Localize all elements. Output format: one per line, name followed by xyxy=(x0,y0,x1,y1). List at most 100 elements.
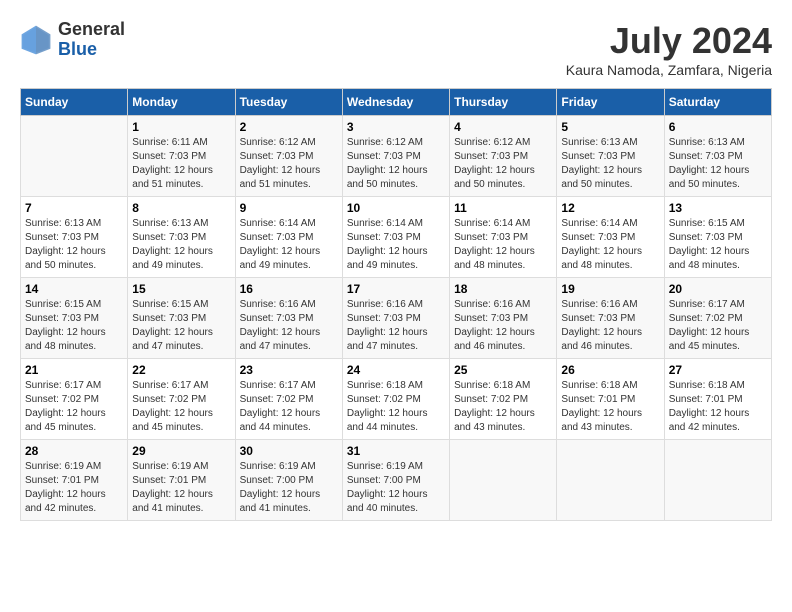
day-info: Sunrise: 6:16 AMSunset: 7:03 PMDaylight:… xyxy=(561,298,659,354)
calendar-row-2: 14 Sunrise: 6:15 AMSunset: 7:03 PMDayligh… xyxy=(21,278,772,359)
day-info: Sunrise: 6:13 AMSunset: 7:03 PMDaylight:… xyxy=(25,217,123,273)
day-number: 24 xyxy=(347,363,445,377)
calendar-cell-1-4: 11 Sunrise: 6:14 AMSunset: 7:03 PMDayligh… xyxy=(450,197,557,278)
logo-general: General xyxy=(58,19,125,39)
day-info: Sunrise: 6:13 AMSunset: 7:03 PMDaylight:… xyxy=(132,217,230,273)
calendar-cell-4-4 xyxy=(450,440,557,521)
day-info: Sunrise: 6:16 AMSunset: 7:03 PMDaylight:… xyxy=(454,298,552,354)
day-number: 4 xyxy=(454,120,552,134)
title-block: July 2024 Kaura Namoda, Zamfara, Nigeria xyxy=(566,20,772,78)
day-number: 8 xyxy=(132,201,230,215)
day-number: 3 xyxy=(347,120,445,134)
calendar-cell-0-4: 4Sunrise: 6:12 AMSunset: 7:03 PMDaylight… xyxy=(450,116,557,197)
calendar-cell-0-3: 3 Sunrise: 6:12 AMSunset: 7:03 PMDaylight… xyxy=(342,116,449,197)
day-number: 28 xyxy=(25,444,123,458)
calendar-cell-2-3: 17Sunrise: 6:16 AMSunset: 7:03 PMDayligh… xyxy=(342,278,449,359)
logo-icon xyxy=(20,24,52,56)
day-info: Sunrise: 6:14 AMSunset: 7:03 PMDaylight:… xyxy=(454,217,552,273)
day-info: Sunrise: 6:13 AMSunset: 7:03 PMDaylight:… xyxy=(669,136,767,192)
day-number: 19 xyxy=(561,282,659,296)
day-number: 10 xyxy=(347,201,445,215)
day-info: Sunrise: 6:15 AMSunset: 7:03 PMDaylight:… xyxy=(669,217,767,273)
day-number: 21 xyxy=(25,363,123,377)
calendar-cell-4-3: 31 Sunrise: 6:19 AMSunset: 7:00 PMDayligh… xyxy=(342,440,449,521)
calendar-body: 1 Sunrise: 6:11 AMSunset: 7:03 PMDaylight… xyxy=(21,116,772,521)
day-number: 25 xyxy=(454,363,552,377)
day-info: Sunrise: 6:14 AMSunset: 7:03 PMDaylight:… xyxy=(347,217,445,273)
day-info: Sunrise: 6:18 AMSunset: 7:01 PMDaylight:… xyxy=(669,379,767,435)
day-number: 7 xyxy=(25,201,123,215)
calendar-cell-3-0: 21 Sunrise: 6:17 AMSunset: 7:02 PMDayligh… xyxy=(21,359,128,440)
day-number: 5 xyxy=(561,120,659,134)
day-number: 26 xyxy=(561,363,659,377)
calendar-cell-3-4: 25 Sunrise: 6:18 AMSunset: 7:02 PMDayligh… xyxy=(450,359,557,440)
day-number: 12 xyxy=(561,201,659,215)
day-info: Sunrise: 6:15 AMSunset: 7:03 PMDaylight:… xyxy=(132,298,230,354)
logo-blue: Blue xyxy=(58,39,97,59)
day-info: Sunrise: 6:17 AMSunset: 7:02 PMDaylight:… xyxy=(132,379,230,435)
header-friday: Friday xyxy=(557,89,664,116)
calendar-cell-2-2: 16Sunrise: 6:16 AMSunset: 7:03 PMDayligh… xyxy=(235,278,342,359)
calendar-cell-0-6: 6 Sunrise: 6:13 AMSunset: 7:03 PMDaylight… xyxy=(664,116,771,197)
day-info: Sunrise: 6:11 AMSunset: 7:03 PMDaylight:… xyxy=(132,136,230,192)
calendar-cell-0-2: 2Sunrise: 6:12 AMSunset: 7:03 PMDaylight… xyxy=(235,116,342,197)
day-number: 14 xyxy=(25,282,123,296)
day-info: Sunrise: 6:17 AMSunset: 7:02 PMDaylight:… xyxy=(240,379,338,435)
day-info: Sunrise: 6:15 AMSunset: 7:03 PMDaylight:… xyxy=(25,298,123,354)
logo: General Blue xyxy=(20,20,125,60)
calendar-cell-4-1: 29 Sunrise: 6:19 AMSunset: 7:01 PMDayligh… xyxy=(128,440,235,521)
header-row: Sunday Monday Tuesday Wednesday Thursday… xyxy=(21,89,772,116)
calendar-cell-2-4: 18 Sunrise: 6:16 AMSunset: 7:03 PMDayligh… xyxy=(450,278,557,359)
calendar-table: Sunday Monday Tuesday Wednesday Thursday… xyxy=(20,88,772,521)
day-number: 23 xyxy=(240,363,338,377)
day-number: 30 xyxy=(240,444,338,458)
day-number: 1 xyxy=(132,120,230,134)
header-monday: Monday xyxy=(128,89,235,116)
day-info: Sunrise: 6:17 AMSunset: 7:02 PMDaylight:… xyxy=(25,379,123,435)
day-info: Sunrise: 6:14 AMSunset: 7:03 PMDaylight:… xyxy=(240,217,338,273)
location: Kaura Namoda, Zamfara, Nigeria xyxy=(566,62,772,78)
calendar-cell-4-0: 28Sunrise: 6:19 AMSunset: 7:01 PMDayligh… xyxy=(21,440,128,521)
calendar-cell-1-2: 9 Sunrise: 6:14 AMSunset: 7:03 PMDaylight… xyxy=(235,197,342,278)
calendar-cell-2-6: 20 Sunrise: 6:17 AMSunset: 7:02 PMDayligh… xyxy=(664,278,771,359)
day-number: 31 xyxy=(347,444,445,458)
page-header: General Blue July 2024 Kaura Namoda, Zam… xyxy=(20,20,772,78)
calendar-cell-0-5: 5 Sunrise: 6:13 AMSunset: 7:03 PMDaylight… xyxy=(557,116,664,197)
header-wednesday: Wednesday xyxy=(342,89,449,116)
day-info: Sunrise: 6:19 AMSunset: 7:00 PMDaylight:… xyxy=(347,460,445,516)
calendar-cell-1-3: 10 Sunrise: 6:14 AMSunset: 7:03 PMDayligh… xyxy=(342,197,449,278)
day-info: Sunrise: 6:18 AMSunset: 7:01 PMDaylight:… xyxy=(561,379,659,435)
calendar-cell-2-5: 19 Sunrise: 6:16 AMSunset: 7:03 PMDayligh… xyxy=(557,278,664,359)
day-info: Sunrise: 6:19 AMSunset: 7:01 PMDaylight:… xyxy=(132,460,230,516)
day-number: 6 xyxy=(669,120,767,134)
day-number: 20 xyxy=(669,282,767,296)
calendar-cell-0-0 xyxy=(21,116,128,197)
calendar-cell-3-6: 27 Sunrise: 6:18 AMSunset: 7:01 PMDayligh… xyxy=(664,359,771,440)
calendar-row-4: 28 Sunrise: 6:19 AMSunset: 7:01 PMDayligh… xyxy=(21,440,772,521)
day-number: 9 xyxy=(240,201,338,215)
calendar-cell-4-5 xyxy=(557,440,664,521)
calendar-header: Sunday Monday Tuesday Wednesday Thursday… xyxy=(21,89,772,116)
header-saturday: Saturday xyxy=(664,89,771,116)
day-info: Sunrise: 6:18 AMSunset: 7:02 PMDaylight:… xyxy=(347,379,445,435)
day-info: Sunrise: 6:16 AMSunset: 7:03 PMDaylight:… xyxy=(240,298,338,354)
calendar-row-1: 7 Sunrise: 6:13 AMSunset: 7:03 PMDaylight… xyxy=(21,197,772,278)
day-number: 27 xyxy=(669,363,767,377)
day-info: Sunrise: 6:18 AMSunset: 7:02 PMDaylight:… xyxy=(454,379,552,435)
day-info: Sunrise: 6:13 AMSunset: 7:03 PMDaylight:… xyxy=(561,136,659,192)
day-info: Sunrise: 6:17 AMSunset: 7:02 PMDaylight:… xyxy=(669,298,767,354)
day-info: Sunrise: 6:12 AMSunset: 7:03 PMDaylight:… xyxy=(347,136,445,192)
calendar-cell-3-1: 22Sunrise: 6:17 AMSunset: 7:02 PMDayligh… xyxy=(128,359,235,440)
calendar-cell-3-2: 23 Sunrise: 6:17 AMSunset: 7:02 PMDayligh… xyxy=(235,359,342,440)
day-number: 11 xyxy=(454,201,552,215)
calendar-cell-1-5: 12 Sunrise: 6:14 AMSunset: 7:03 PMDayligh… xyxy=(557,197,664,278)
calendar-cell-2-1: 15Sunrise: 6:15 AMSunset: 7:03 PMDayligh… xyxy=(128,278,235,359)
day-number: 13 xyxy=(669,201,767,215)
day-info: Sunrise: 6:14 AMSunset: 7:03 PMDaylight:… xyxy=(561,217,659,273)
day-number: 18 xyxy=(454,282,552,296)
calendar-cell-2-0: 14 Sunrise: 6:15 AMSunset: 7:03 PMDayligh… xyxy=(21,278,128,359)
header-tuesday: Tuesday xyxy=(235,89,342,116)
calendar-cell-3-3: 24 Sunrise: 6:18 AMSunset: 7:02 PMDayligh… xyxy=(342,359,449,440)
header-sunday: Sunday xyxy=(21,89,128,116)
day-number: 29 xyxy=(132,444,230,458)
